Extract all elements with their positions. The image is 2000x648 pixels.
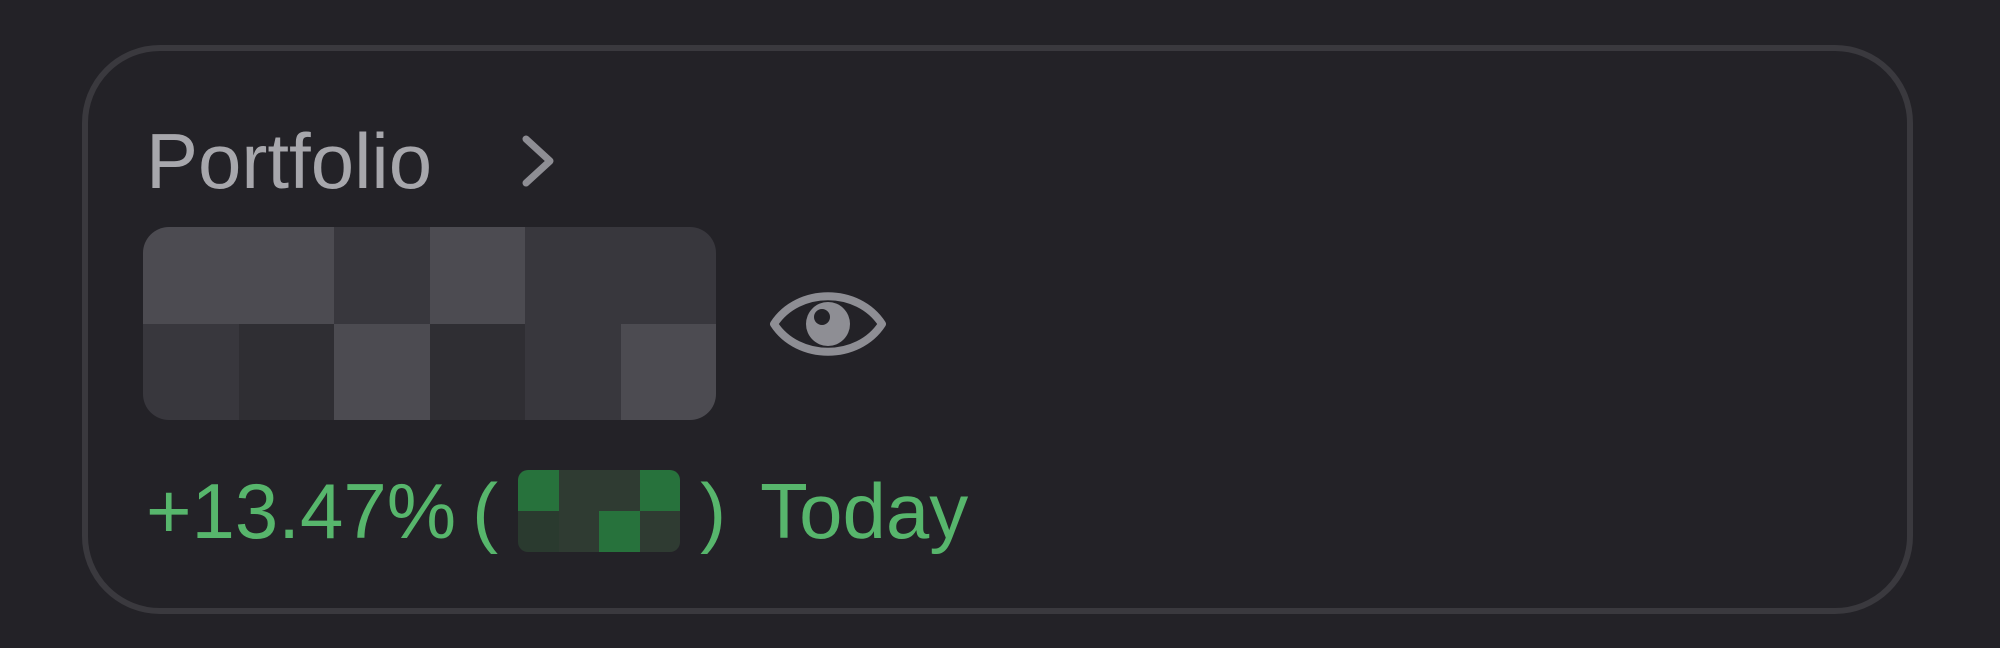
mask-block [238,323,334,420]
mask-block [143,227,239,324]
mask-block [238,227,334,324]
mask-block [334,323,430,420]
mask-block [599,470,640,511]
change-amount-masked [518,470,681,552]
mask-block [599,511,640,552]
mask-block [143,323,239,420]
portfolio-card[interactable]: Portfolio +13.47% ( ) Today [82,45,1913,614]
mask-block [558,511,600,552]
daily-change: +13.47% ( ) Today [146,461,968,561]
mask-block [620,227,716,324]
mask-block [518,470,559,511]
mask-block [334,227,430,324]
portfolio-header-link[interactable]: Portfolio [146,111,558,211]
chevron-right-icon[interactable] [518,131,558,191]
eye-icon[interactable] [768,279,888,369]
portfolio-value-masked [143,227,716,420]
mask-block [639,470,681,511]
change-close-paren: ) [700,467,727,555]
portfolio-title: Portfolio [146,117,433,205]
mask-block [620,323,716,420]
mask-block [429,323,525,420]
mask-block [639,511,681,552]
change-percent: +13.47% [146,467,457,555]
change-open-paren: ( [472,467,499,555]
mask-block [558,470,600,511]
mask-block [518,511,559,552]
mask-block [525,323,621,420]
change-period: Today [760,467,969,555]
mask-block [525,227,621,324]
mask-block [429,227,525,324]
